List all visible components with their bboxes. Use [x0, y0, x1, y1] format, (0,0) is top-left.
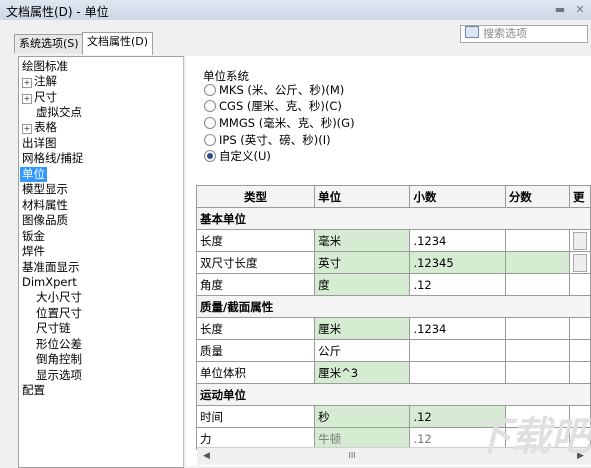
- header-decimals[interactable]: 小数: [409, 185, 506, 208]
- more-button[interactable]: [572, 253, 587, 272]
- cell-more[interactable]: [568, 273, 591, 296]
- cell-unit[interactable]: 厘米: [314, 317, 411, 340]
- options-tree: 绘图标准 + 注解 + 尺寸 虚拟交点 + 表格 出详图 网格线/捕捉 单位 模型显示…: [18, 56, 184, 468]
- cell-more: [568, 361, 591, 384]
- tree-item-size-dimension[interactable]: 大小尺寸: [36, 290, 82, 305]
- cell-type: 时间: [195, 405, 316, 428]
- radio-icon[interactable]: [204, 117, 216, 129]
- cell-unit[interactable]: 公斤: [314, 339, 411, 362]
- header-more[interactable]: 更: [568, 185, 591, 208]
- tree-item-grid-snap[interactable]: 网格线/捕捉: [22, 151, 83, 166]
- tree-item-model-display[interactable]: 模型显示: [22, 182, 68, 197]
- search-icon: [465, 26, 479, 38]
- table-row: 角度 度 .12: [195, 273, 591, 296]
- radio-custom[interactable]: 自定义(U): [204, 149, 271, 164]
- tree-item-drafting-standard[interactable]: 绘图标准: [22, 59, 68, 74]
- search-placeholder: 搜索选项: [483, 27, 527, 40]
- cell-fraction[interactable]: [504, 229, 570, 252]
- tree-item-annotations[interactable]: + 注解: [22, 74, 57, 89]
- tab-document-properties[interactable]: 文档属性(D): [82, 32, 154, 55]
- title-bar: 文档属性(D) - 单位 ▬ ✕: [0, 0, 591, 20]
- cell-decimal[interactable]: [409, 361, 506, 384]
- cell-more: [568, 317, 591, 340]
- expand-icon[interactable]: +: [22, 94, 32, 104]
- cell-decimal[interactable]: .1234: [409, 317, 506, 340]
- cell-fraction[interactable]: [504, 273, 570, 296]
- cell-decimal[interactable]: [409, 339, 506, 362]
- cell-unit[interactable]: 英寸: [314, 251, 411, 274]
- radio-mmgs[interactable]: MMGS (毫米、克、秒)(G): [204, 116, 355, 131]
- cell-type: 单位体积: [195, 361, 316, 384]
- table-row: 质量 公斤: [195, 339, 591, 362]
- radio-icon[interactable]: [204, 100, 216, 112]
- tree-item-tables[interactable]: + 表格: [22, 120, 57, 135]
- tree-item-weldments[interactable]: 焊件: [22, 244, 45, 259]
- table-row: 双尺寸长度 英寸 .12345: [195, 251, 591, 274]
- radio-mks[interactable]: MKS (米、公斤、秒)(M): [204, 83, 344, 98]
- cell-decimal[interactable]: .12: [409, 273, 506, 296]
- radio-selected-icon[interactable]: [204, 150, 216, 162]
- cell-unit[interactable]: 秒: [314, 405, 411, 428]
- tree-item-configurations[interactable]: 配置: [22, 383, 45, 398]
- window-title: 文档属性(D) - 单位: [6, 5, 109, 19]
- tree-item-sheet-metal[interactable]: 钣金: [22, 229, 45, 244]
- tree-item-chain-dimension[interactable]: 尺寸链: [36, 321, 71, 336]
- cell-decimal[interactable]: .12345: [409, 251, 506, 274]
- header-fractions[interactable]: 分数: [504, 185, 570, 208]
- close-icon[interactable]: ✕: [571, 2, 589, 18]
- radio-cgs[interactable]: CGS (厘米、克、秒)(C): [204, 99, 342, 114]
- section-motion-units: 运动单位: [196, 383, 591, 406]
- header-type[interactable]: 类型: [195, 185, 316, 208]
- tree-item-display-options[interactable]: 显示选项: [36, 368, 82, 383]
- tree-item-image-quality[interactable]: 图像品质: [22, 213, 68, 228]
- radio-icon[interactable]: [204, 134, 216, 146]
- tree-item-units[interactable]: 单位: [20, 167, 47, 182]
- cell-type: 质量: [195, 339, 316, 362]
- table-row: 长度 厘米 .1234: [195, 317, 591, 340]
- watermark-logo: 下载吧: [471, 414, 591, 460]
- unit-system-label: 单位系统: [203, 69, 249, 83]
- cell-more[interactable]: [568, 251, 591, 274]
- cell-type: 角度: [195, 273, 316, 296]
- table-row: 长度 毫米 .1234: [195, 229, 591, 252]
- cell-fraction[interactable]: [504, 251, 570, 274]
- cell-type: 长度: [195, 229, 316, 252]
- cell-fraction: [504, 317, 570, 340]
- tree-item-geometric-tolerance[interactable]: 形位公差: [36, 337, 82, 352]
- scroll-left-icon[interactable]: ◀: [203, 451, 210, 461]
- radio-ips[interactable]: IPS (英寸、磅、秒)(I): [204, 133, 331, 148]
- radio-icon[interactable]: [204, 84, 216, 96]
- expand-icon[interactable]: +: [22, 124, 32, 134]
- minimize-icon[interactable]: ▬: [551, 2, 569, 18]
- tree-item-dimxpert[interactable]: DimXpert: [22, 275, 77, 290]
- tab-system-options[interactable]: 系统选项(S): [14, 34, 84, 53]
- expand-icon[interactable]: +: [22, 78, 32, 88]
- cell-fraction: [504, 339, 570, 362]
- tree-item-plane-display[interactable]: 基准面显示: [22, 260, 80, 275]
- search-input[interactable]: 搜索选项: [460, 25, 588, 43]
- tree-item-chamfer-controls[interactable]: 倒角控制: [36, 352, 82, 367]
- units-panel: 单位系统 MKS (米、公斤、秒)(M) CGS (厘米、克、秒)(C) MMG…: [186, 56, 591, 466]
- table-row: 单位体积 厘米^3: [195, 361, 591, 384]
- tree-item-virtual-sharps[interactable]: 虚拟交点: [36, 105, 82, 120]
- tree-item-location-dimension[interactable]: 位置尺寸: [36, 306, 82, 321]
- cell-type: 长度: [195, 317, 316, 340]
- header-unit[interactable]: 单位: [314, 185, 411, 208]
- tree-item-dimensions[interactable]: + 尺寸: [22, 90, 57, 105]
- cell-decimal[interactable]: .1234: [409, 229, 506, 252]
- cell-unit[interactable]: 毫米: [314, 229, 411, 252]
- tree-item-material-properties[interactable]: 材料属性: [22, 198, 68, 213]
- cell-fraction: [504, 361, 570, 384]
- cell-type: 双尺寸长度: [195, 251, 316, 274]
- tree-item-detailing[interactable]: 出详图: [22, 136, 57, 151]
- cell-unit[interactable]: 度: [314, 273, 411, 296]
- cell-more: [568, 339, 591, 362]
- cell-unit[interactable]: 厘米^3: [314, 361, 411, 384]
- scroll-thumb[interactable]: III: [337, 451, 367, 461]
- more-button[interactable]: [572, 231, 587, 250]
- section-mass-properties: 质量/截面属性: [196, 295, 591, 318]
- section-basic-units: 基本单位: [196, 207, 591, 230]
- cell-more[interactable]: [568, 229, 591, 252]
